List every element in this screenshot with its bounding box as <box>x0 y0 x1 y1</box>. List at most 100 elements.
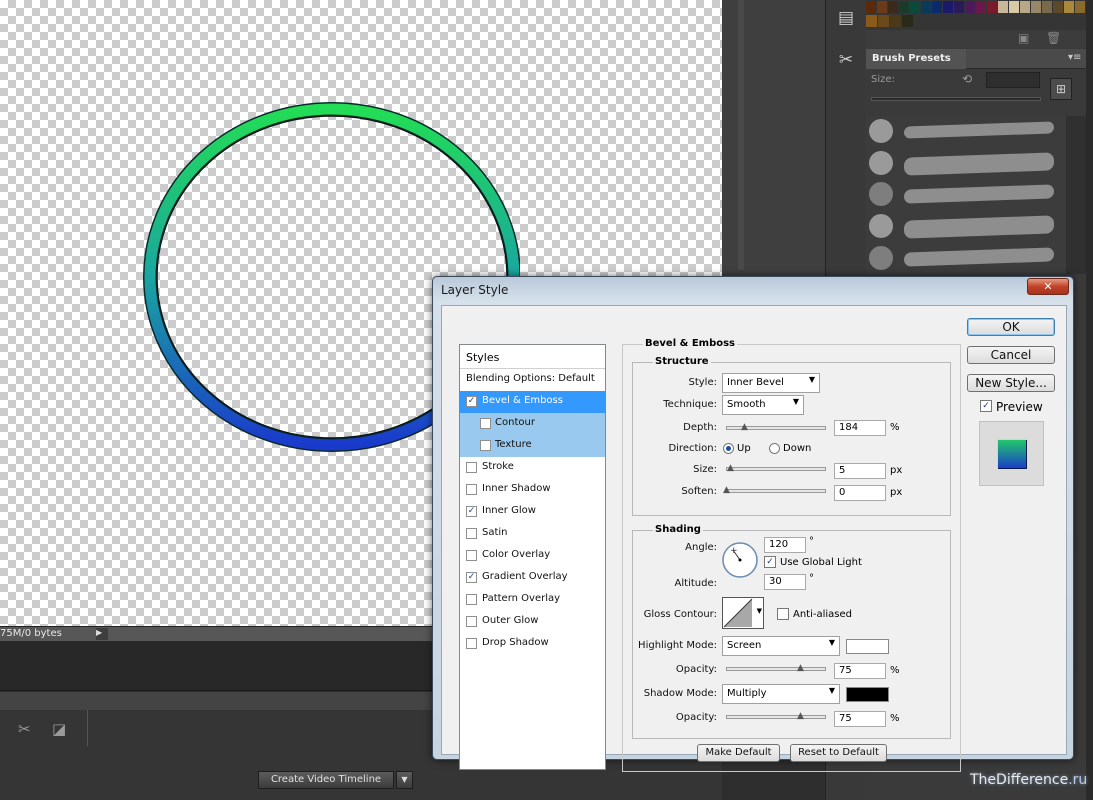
depth-slider[interactable]: ▲ <box>726 422 826 432</box>
brush-preset[interactable] <box>866 148 1066 176</box>
style-item[interactable]: Texture <box>460 435 605 457</box>
close-icon[interactable]: ✕ <box>1027 278 1069 295</box>
style-checkbox[interactable] <box>466 462 477 473</box>
slider-thumb-icon[interactable]: ▲ <box>797 663 807 673</box>
swatch[interactable] <box>890 15 901 27</box>
style-dropdown[interactable]: Inner Bevel ▼ <box>722 373 820 393</box>
depth-field[interactable]: 184 <box>834 420 886 436</box>
swatch[interactable] <box>888 1 898 13</box>
brush-preset[interactable] <box>866 116 1066 144</box>
make-default-button[interactable]: Make Default <box>697 744 780 762</box>
style-checkbox[interactable] <box>480 418 491 429</box>
swatch[interactable] <box>998 1 1008 13</box>
slider-thumb-icon[interactable]: ▲ <box>723 485 733 495</box>
trash-icon[interactable]: 🗑 <box>1046 31 1061 45</box>
swatch[interactable] <box>954 1 964 13</box>
styles-header[interactable]: Styles <box>460 345 605 369</box>
size-field[interactable]: 5 <box>834 463 886 479</box>
angle-dial[interactable]: + <box>721 541 759 579</box>
timeline-mode-dropdown[interactable]: ▼ <box>396 771 413 789</box>
size-slider[interactable]: ▲ <box>726 463 826 473</box>
brush-presets-tab[interactable]: Brush Presets <box>866 49 966 69</box>
reset-icon[interactable]: ⟲ <box>962 72 972 86</box>
style-item[interactable]: Outer Glow <box>460 611 605 633</box>
swatch[interactable] <box>1042 1 1052 13</box>
soften-field[interactable]: 0 <box>834 485 886 501</box>
style-item[interactable]: ✓ Gradient Overlay <box>460 567 605 589</box>
style-checkbox[interactable] <box>466 528 477 539</box>
new-style-button[interactable]: New Style... <box>967 374 1055 392</box>
swatch[interactable] <box>965 1 975 13</box>
style-checkbox[interactable] <box>466 550 477 561</box>
swatch[interactable] <box>899 1 909 13</box>
panel-menu-icon[interactable]: ▾≡ <box>1068 52 1081 63</box>
style-item[interactable]: Inner Shadow <box>460 479 605 501</box>
swatch[interactable] <box>1031 1 1041 13</box>
brush-preset[interactable] <box>866 211 1066 239</box>
shadow-opacity-field[interactable]: 75 <box>834 711 886 727</box>
preview-checkbox[interactable]: ✓ <box>980 400 992 412</box>
use-global-light-checkbox[interactable]: ✓ <box>764 556 776 568</box>
status-menu-arrow-icon[interactable]: ▶ <box>96 628 108 640</box>
style-checkbox[interactable] <box>466 484 477 495</box>
brush-size-slider[interactable] <box>871 97 1041 101</box>
slider-thumb-icon[interactable]: ▲ <box>727 463 737 473</box>
swatch[interactable] <box>1009 1 1019 13</box>
style-checkbox[interactable] <box>480 440 491 451</box>
style-item[interactable]: Color Overlay <box>460 545 605 567</box>
technique-dropdown[interactable]: Smooth ▼ <box>722 395 804 415</box>
new-swatch-icon[interactable]: ▣ <box>1018 31 1029 45</box>
style-item[interactable]: Satin <box>460 523 605 545</box>
brush-preset[interactable] <box>866 243 1066 271</box>
style-item[interactable]: Blending Options: Default <box>460 369 605 391</box>
style-checkbox[interactable] <box>466 594 477 605</box>
angle-field[interactable]: 120 <box>764 537 806 553</box>
swatch[interactable] <box>1020 1 1030 13</box>
style-checkbox[interactable] <box>466 616 477 627</box>
swatch[interactable] <box>878 15 889 27</box>
highlight-mode-dropdown[interactable]: Screen ▼ <box>722 636 840 656</box>
ok-button[interactable]: OK <box>967 318 1055 336</box>
swatch[interactable] <box>1075 1 1085 13</box>
swatches-panel[interactable] <box>866 0 1086 30</box>
style-item[interactable]: Pattern Overlay <box>460 589 605 611</box>
slider-thumb-icon[interactable]: ▲ <box>797 711 807 721</box>
brush-list[interactable] <box>866 116 1066 274</box>
swatch[interactable] <box>1053 1 1063 13</box>
highlight-color-swatch[interactable] <box>846 639 889 654</box>
brush-preset[interactable] <box>866 179 1066 207</box>
soften-slider[interactable]: ▲ <box>723 485 826 495</box>
create-video-timeline-button[interactable]: Create Video Timeline <box>258 771 394 789</box>
altitude-field[interactable]: 30 <box>764 574 806 590</box>
transition-icon[interactable]: ◪ <box>52 720 66 738</box>
swatch[interactable] <box>866 1 876 13</box>
anti-aliased-checkbox[interactable] <box>777 608 789 620</box>
direction-up-radio[interactable] <box>723 443 734 454</box>
swatch[interactable] <box>877 1 887 13</box>
slider-thumb-icon[interactable]: ▲ <box>741 422 751 432</box>
shadow-opacity-slider[interactable]: ▲ <box>726 711 826 721</box>
style-item[interactable]: Contour <box>460 413 605 435</box>
reset-to-default-button[interactable]: Reset to Default <box>790 744 887 762</box>
style-checkbox[interactable]: ✓ <box>466 572 477 583</box>
brush-list-scrollbar[interactable] <box>1066 116 1086 274</box>
style-item[interactable]: ✓ Inner Glow <box>460 501 605 523</box>
direction-down-radio[interactable] <box>769 443 780 454</box>
align-icon[interactable]: ▤ <box>832 4 860 32</box>
swatch[interactable] <box>976 1 986 13</box>
swatch[interactable] <box>1064 1 1074 13</box>
style-item[interactable]: ✓ Bevel & Emboss <box>460 391 605 413</box>
tools-icon[interactable]: ✂ <box>832 46 860 74</box>
swatch[interactable] <box>902 15 913 27</box>
swatch[interactable] <box>987 1 997 13</box>
swatch[interactable] <box>866 15 877 27</box>
highlight-opacity-field[interactable]: 75 <box>834 663 886 679</box>
swatch[interactable] <box>910 1 920 13</box>
style-item[interactable]: Drop Shadow <box>460 633 605 655</box>
cancel-button[interactable]: Cancel <box>967 346 1055 364</box>
new-brush-icon[interactable]: ⊞ <box>1050 78 1072 100</box>
style-checkbox[interactable]: ✓ <box>466 506 477 517</box>
scissors-icon[interactable]: ✂ <box>18 720 31 738</box>
swatch[interactable] <box>921 1 931 13</box>
highlight-opacity-slider[interactable]: ▲ <box>726 663 826 673</box>
